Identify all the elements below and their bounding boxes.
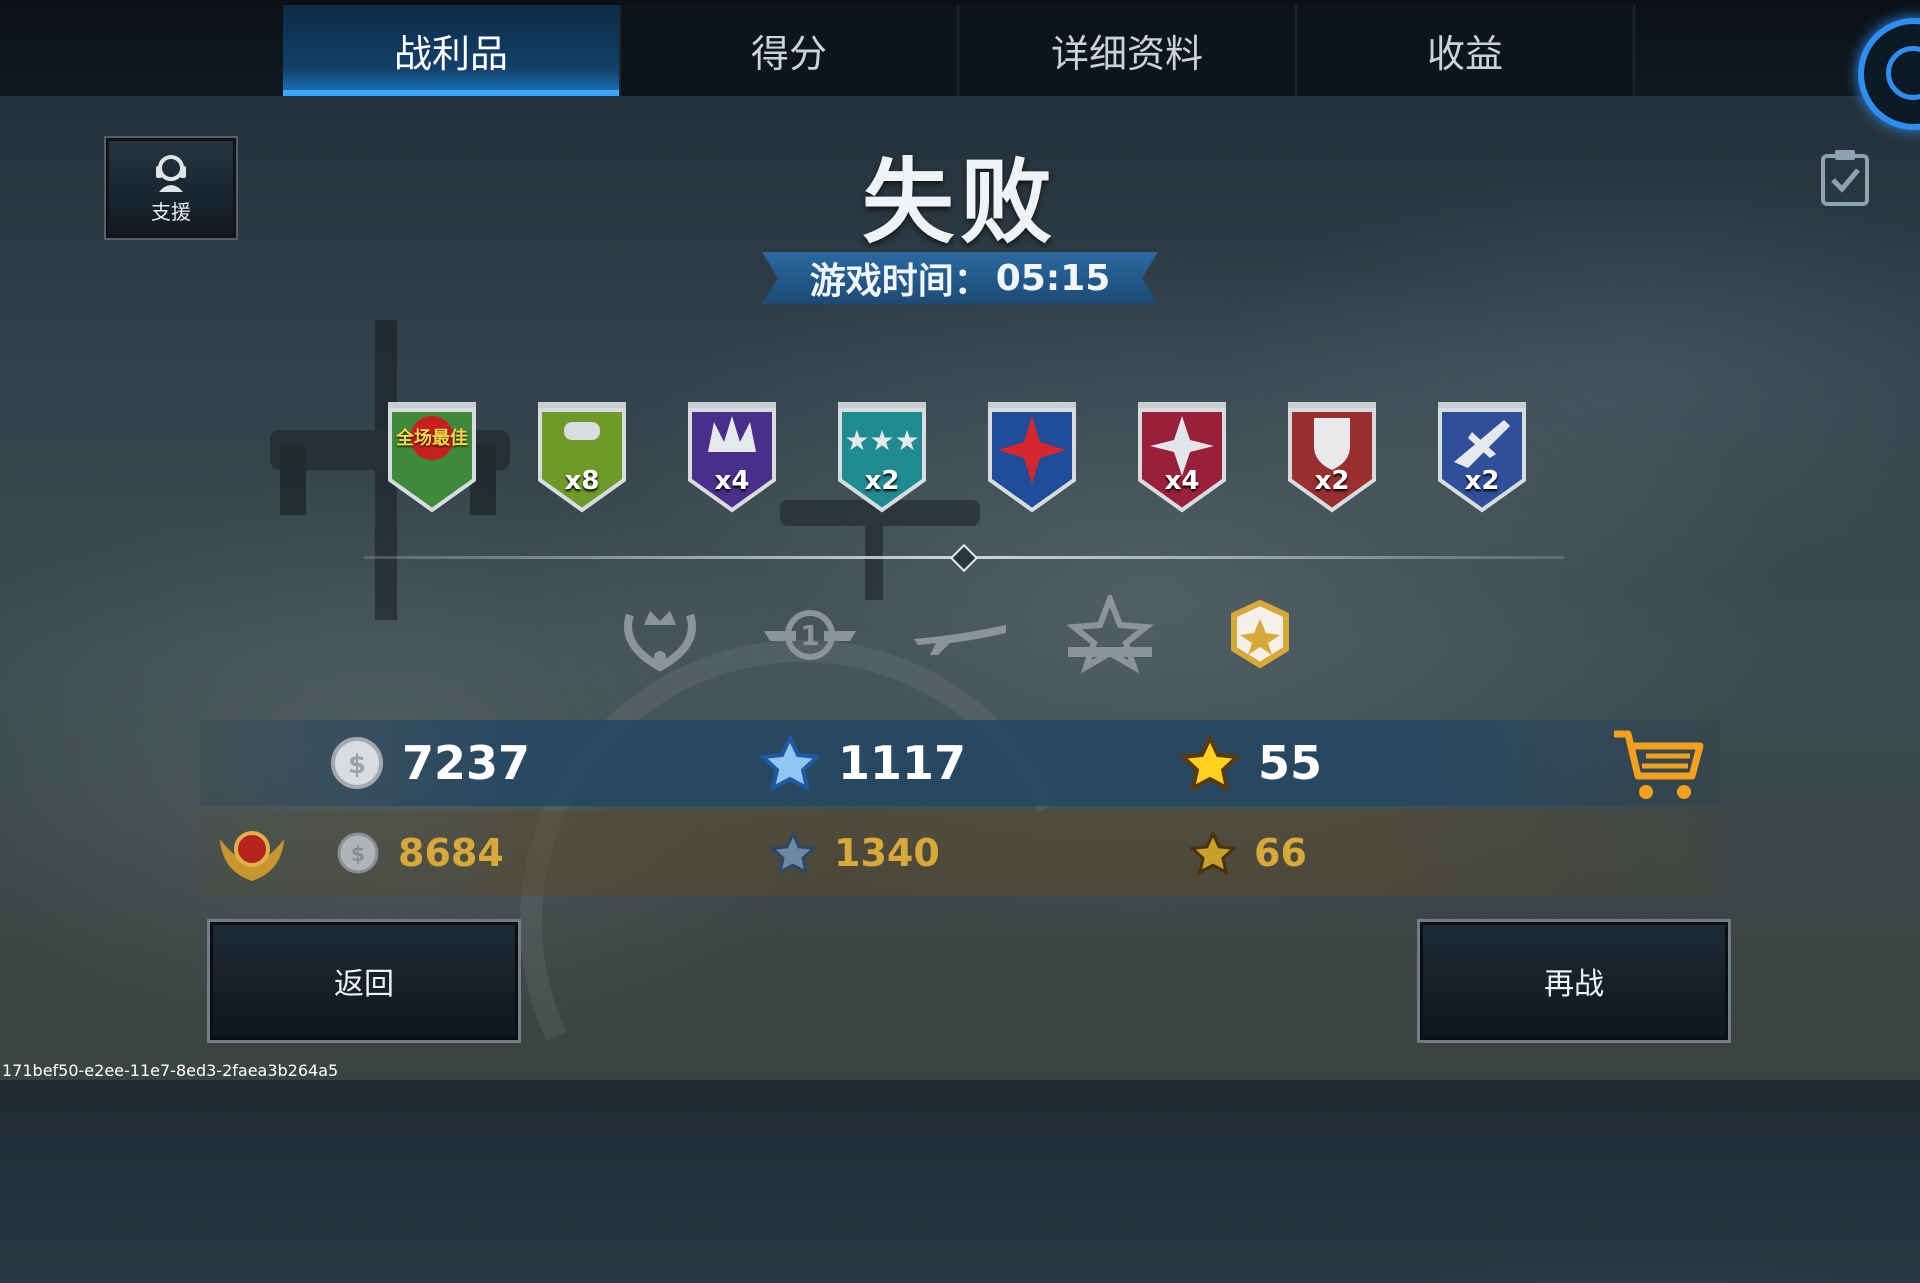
medal-multiplier: x2 [1464, 466, 1500, 496]
explosion-medal-icon[interactable]: x4 [684, 402, 780, 514]
xp-value: 1117 [838, 736, 967, 790]
rank-icons-row: 1 [610, 595, 1289, 675]
gold-stars-value: 55 [1258, 736, 1323, 790]
rewards-row: $ 7237 1117 55 [200, 720, 1720, 806]
result-title: 失败 [861, 149, 1058, 256]
shield-medal-icon[interactable]: x2 [1284, 402, 1380, 514]
svg-text:$: $ [348, 750, 366, 780]
svg-text:★★★: ★★★ [844, 424, 919, 457]
winged-one-icon[interactable]: 1 [760, 595, 860, 675]
crown-wreath-icon[interactable] [610, 595, 710, 675]
plane-medal-icon[interactable]: x2 [1434, 402, 1530, 514]
shopping-cart-icon[interactable] [1612, 728, 1704, 804]
best-player-medal-icon[interactable]: 全场最佳 [384, 402, 480, 514]
premium-xp-reward: 1340 [770, 810, 940, 896]
tab-details[interactable]: 详细资料 [959, 5, 1297, 96]
session-id-text: 171bef50-e2ee-11e7-8ed3-2faea3b264a5 [2, 1061, 339, 1080]
medal-text: 全场最佳 [396, 428, 468, 449]
game-time-value: 05:15 [995, 257, 1111, 299]
game-time-banner: 游戏时间： 05:15 [762, 252, 1158, 304]
silver-reward: $ 7237 [330, 720, 530, 806]
game-time-label: 游戏时间： [809, 261, 990, 302]
bomb-medal-icon[interactable]: x8 [534, 402, 630, 514]
gold-hexagon-icon[interactable] [1210, 595, 1310, 675]
airplane-icon[interactable] [910, 595, 1010, 675]
star-banner-icon[interactable] [1060, 595, 1160, 675]
medal-multiplier: x2 [864, 466, 900, 496]
medal-multiplier: x4 [714, 466, 750, 496]
medal-multiplier: x4 [1164, 466, 1200, 496]
premium-rewards-row: $ 8684 1340 66 [200, 810, 1720, 896]
medal-multiplier: x8 [564, 466, 600, 496]
premium-winged-emblem-icon [220, 831, 284, 881]
tab-loot[interactable]: 战利品 [283, 5, 621, 96]
silver-value: 7237 [402, 736, 531, 790]
gold-star-icon [1180, 735, 1240, 791]
red-star-medal-icon[interactable] [984, 402, 1080, 514]
premium-silver-value: 8684 [398, 831, 504, 875]
silver-coin-icon: $ [331, 737, 383, 789]
premium-gold-star-icon [1190, 831, 1236, 875]
medals-row: 全场最佳 x8 x4 ★★★ x2 x4 x2 x2 [384, 402, 1534, 522]
svg-text:1: 1 [800, 619, 819, 652]
premium-gold-stars-value: 66 [1254, 831, 1307, 875]
stars-medal-icon[interactable]: ★★★ x2 [834, 402, 930, 514]
silver-star-medal-icon[interactable]: x4 [1134, 402, 1230, 514]
play-again-button[interactable]: 再战 [1417, 919, 1731, 1043]
svg-text:$: $ [351, 842, 365, 866]
tabs: 战利品 得分 详细资料 收益 [283, 5, 1635, 96]
premium-xp-value: 1340 [834, 831, 940, 875]
premium-gold-star-reward: 66 [1190, 810, 1307, 896]
top-tab-bar: 战利品 得分 详细资料 收益 [0, 0, 1920, 96]
premium-silver-reward: $ 8684 [336, 810, 504, 896]
xp-reward: 1117 [760, 720, 966, 806]
back-button[interactable]: 返回 [207, 919, 521, 1043]
premium-silver-coin-icon: $ [337, 832, 379, 874]
medal-multiplier: x2 [1314, 466, 1350, 496]
tab-score[interactable]: 得分 [621, 5, 959, 96]
gold-star-reward: 55 [1180, 720, 1322, 806]
tab-earnings[interactable]: 收益 [1297, 5, 1635, 96]
premium-blue-star-icon [770, 831, 816, 875]
blue-star-icon [760, 735, 820, 791]
premium-badge[interactable] [216, 810, 288, 896]
